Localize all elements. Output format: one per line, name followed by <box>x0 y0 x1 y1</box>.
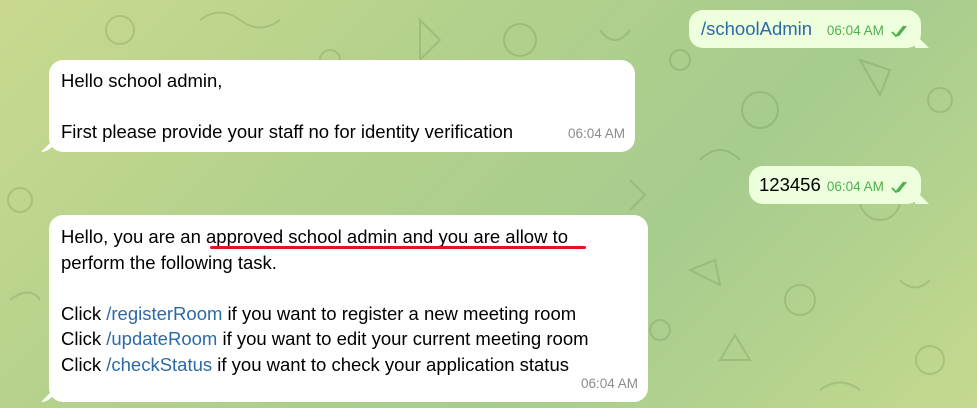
message-outgoing-schooladmin[interactable]: /schoolAdmin 06:04 AM <box>689 10 921 48</box>
update-room-link[interactable]: /updateRoom <box>106 328 217 349</box>
message-incoming-approval[interactable]: Hello, you are an approved school admin … <box>49 215 648 402</box>
command-row: Click /registerRoom if you want to regis… <box>61 302 577 324</box>
message-time: 06:04 AM <box>826 178 884 194</box>
message-incoming-greeting[interactable]: Hello school admin, First please provide… <box>49 60 635 152</box>
message-time: 06:04 AM <box>567 125 625 141</box>
check-status-link[interactable]: /checkStatus <box>106 354 212 375</box>
annotation-underline <box>210 246 586 249</box>
register-room-link[interactable]: /registerRoom <box>106 303 222 324</box>
double-check-icon <box>891 24 907 37</box>
message-outgoing-staff-no[interactable]: 123456 06:04 AM <box>749 166 921 204</box>
message-text-part: Hello, you are an <box>61 226 207 247</box>
double-check-icon <box>891 180 907 193</box>
message-time: 06:04 AM <box>826 22 884 38</box>
command-row: Click /updateRoom if you want to edit yo… <box>61 328 589 349</box>
message-time: 06:04 AM <box>580 375 638 391</box>
message-text: 123456 <box>759 174 821 195</box>
message-line: Hello school admin, <box>61 70 223 91</box>
command-row: Click /checkStatus if you want to check … <box>61 353 569 375</box>
message-line: First please provide your staff no for i… <box>61 121 514 142</box>
underlined-text: approved school admin and you are allow <box>206 226 548 247</box>
message-text-part: to <box>547 226 569 247</box>
message-line: perform the following task. <box>61 251 277 273</box>
message-text[interactable]: /schoolAdmin <box>701 18 812 39</box>
